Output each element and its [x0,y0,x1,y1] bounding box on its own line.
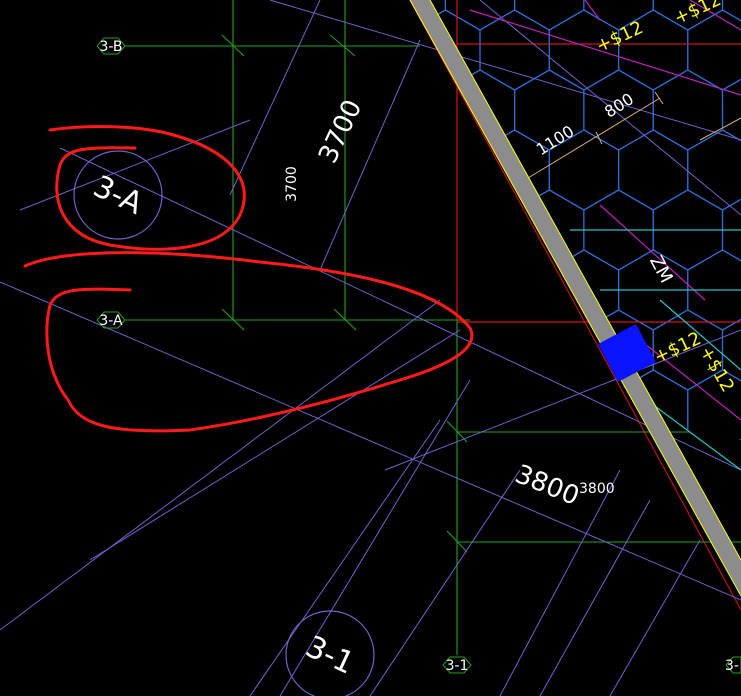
axis-bubble-31[interactable]: 3-1 [442,656,472,674]
axis-bubble-3b[interactable]: 3-B [96,37,126,55]
dimension-3700-vertical: 3700 [284,166,300,202]
cad-drawing-canvas[interactable]: 3-B 3-A 3-1 3- 3-A 3-1 3700 3700 3800 38… [0,0,741,696]
dimension-3800-horizontal: 3800 [579,481,615,497]
axis-bubble-partial[interactable]: 3- [725,656,741,674]
axis-label-31: 3-1 [446,658,469,674]
axis-label-partial: 3- [725,658,739,674]
axis-label-3a: 3-A [99,313,123,329]
axis-bubble-3a[interactable]: 3-A [96,311,126,329]
axis-label-3b: 3-B [99,39,122,55]
